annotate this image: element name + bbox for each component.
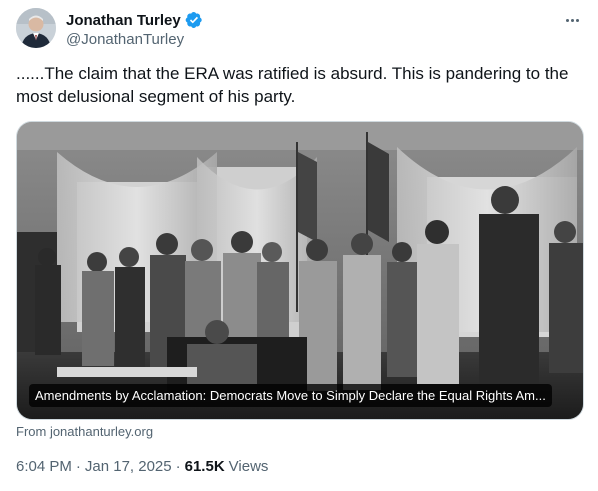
link-card[interactable]: Amendments by Acclamation: Democrats Mov… <box>16 121 584 420</box>
link-card-title[interactable]: Amendments by Acclamation: Democrats Mov… <box>29 384 552 407</box>
user-handle[interactable]: @JonathanTurley <box>66 31 203 48</box>
meta-separator: · <box>75 458 81 475</box>
tweet-time[interactable]: 6:04 PM <box>16 458 72 475</box>
more-options-button[interactable] <box>560 10 584 30</box>
views-label: Views <box>228 458 269 475</box>
more-dot <box>575 18 579 22</box>
meta-separator: · <box>175 458 181 475</box>
verified-badge-icon[interactable] <box>185 11 203 29</box>
name-row: Jonathan Turley <box>66 10 203 30</box>
tweet-meta: 6:04 PM · Jan 17, 2025 · 61.5K Views <box>16 458 268 475</box>
display-name[interactable]: Jonathan Turley <box>66 12 181 29</box>
tweet-date[interactable]: Jan 17, 2025 <box>85 458 172 475</box>
more-horizontal-icon <box>565 18 569 22</box>
views-count[interactable]: 61.5K <box>185 458 225 475</box>
link-source[interactable]: From jonathanturley.org <box>16 424 153 439</box>
tweet-header: Jonathan Turley @JonathanTurley <box>66 10 203 48</box>
more-dot <box>570 18 574 22</box>
tweet-text: ......The claim that the ERA was ratifie… <box>16 64 569 106</box>
avatar-image <box>16 8 56 48</box>
tweet: Jonathan Turley @JonathanTurley ......Th… <box>0 0 598 491</box>
avatar[interactable] <box>16 8 56 48</box>
link-card-photo <box>17 122 583 419</box>
